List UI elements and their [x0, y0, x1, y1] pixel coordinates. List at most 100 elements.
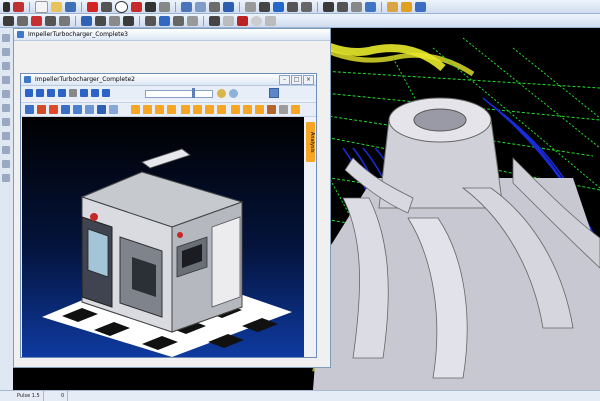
tool-view-icon[interactable]	[131, 105, 140, 114]
spline-icon[interactable]	[131, 1, 142, 12]
loop-icon[interactable]	[91, 89, 99, 97]
fixture-view-icon[interactable]	[167, 105, 176, 114]
side-view-icon[interactable]	[85, 105, 94, 114]
measure-icon[interactable]	[231, 105, 240, 114]
report-icon[interactable]	[291, 105, 300, 114]
select-entity-icon[interactable]	[2, 34, 10, 42]
xform-icon[interactable]	[195, 1, 206, 12]
snapshot-icon[interactable]	[267, 105, 276, 114]
trim-icon[interactable]	[181, 1, 192, 12]
solid-view-icon[interactable]	[49, 105, 58, 114]
view-front-icon[interactable]	[337, 1, 348, 12]
render-icon[interactable]	[145, 15, 156, 26]
window-select-icon[interactable]	[2, 62, 10, 70]
simulate-icon[interactable]	[237, 15, 248, 26]
circle-icon[interactable]	[115, 0, 128, 13]
verify-select-icon[interactable]	[2, 160, 10, 168]
machine-view-icon[interactable]	[143, 105, 152, 114]
attribute-icon[interactable]	[17, 15, 28, 26]
unselect-icon[interactable]	[2, 174, 10, 182]
section-icon[interactable]	[243, 105, 252, 114]
speed-slider[interactable]	[145, 88, 213, 98]
pause-icon[interactable]	[80, 89, 88, 97]
color-icon[interactable]	[31, 15, 42, 26]
machine-simulation-viewport[interactable]	[22, 117, 304, 357]
single-select-icon[interactable]	[2, 90, 10, 98]
open-file-icon[interactable]	[51, 1, 62, 12]
plane-icon[interactable]	[81, 15, 92, 26]
outer-window-titlebar[interactable]: ImpellerTurbocharger_Complete3	[14, 29, 330, 41]
step-forward-icon[interactable]	[47, 89, 55, 97]
wireframe-icon[interactable]	[401, 1, 412, 12]
vector-select-icon[interactable]	[2, 118, 10, 126]
front-view-icon[interactable]	[73, 105, 82, 114]
close-icon[interactable]: ×	[303, 75, 314, 85]
curve-icon[interactable]	[145, 1, 156, 12]
post-icon[interactable]	[251, 15, 262, 26]
toolpath-icon[interactable]	[259, 1, 270, 12]
view-top-icon[interactable]	[323, 1, 334, 12]
snap-icon[interactable]	[123, 15, 134, 26]
workpiece-view-icon[interactable]	[181, 105, 190, 114]
pen-icon[interactable]	[101, 1, 112, 12]
reset-icon[interactable]	[102, 89, 110, 97]
axis-view-icon[interactable]	[205, 105, 214, 114]
mirror-icon[interactable]	[209, 1, 220, 12]
verify-icon[interactable]	[223, 15, 234, 26]
impeller-body	[313, 97, 600, 390]
wcs-icon[interactable]	[95, 15, 106, 26]
line-width-icon[interactable]	[59, 15, 70, 26]
analyze-icon[interactable]	[245, 1, 256, 12]
bottom-view-icon[interactable]	[109, 105, 118, 114]
record-icon[interactable]	[255, 105, 264, 114]
play-icon[interactable]	[36, 89, 44, 97]
toolpath-view-icon[interactable]	[217, 105, 226, 114]
zoom-view-icon[interactable]	[37, 105, 46, 114]
rewind-icon[interactable]	[25, 89, 33, 97]
home-view-icon[interactable]	[25, 105, 34, 114]
line-style-icon[interactable]	[45, 15, 56, 26]
new-file-icon[interactable]	[35, 0, 48, 13]
polygon-select-icon[interactable]	[2, 76, 10, 84]
surface-icon[interactable]	[173, 15, 184, 26]
mesh-icon[interactable]	[187, 15, 198, 26]
help-icon[interactable]	[415, 1, 426, 12]
speed-button-a[interactable]	[217, 89, 226, 98]
fast-forward-icon[interactable]	[58, 89, 66, 97]
toolpath-select-icon[interactable]	[2, 132, 10, 140]
pan-icon[interactable]	[287, 1, 298, 12]
pointer-icon[interactable]	[13, 1, 24, 12]
fit-icon[interactable]	[365, 1, 376, 12]
settings-icon[interactable]	[279, 105, 288, 114]
iso-view-icon[interactable]	[61, 105, 70, 114]
save-icon[interactable]	[65, 1, 76, 12]
stock-icon[interactable]	[265, 15, 276, 26]
collision-view-icon[interactable]	[193, 105, 202, 114]
help-icon[interactable]	[269, 88, 279, 98]
level-icon[interactable]	[3, 15, 14, 26]
speed-slider-thumb[interactable]	[192, 88, 196, 98]
analysis-side-tab[interactable]: Analysis	[306, 122, 315, 162]
minimize-icon[interactable]: –	[279, 75, 290, 85]
rotate-icon[interactable]	[301, 1, 312, 12]
chain-icon[interactable]	[2, 48, 10, 56]
zoom-icon[interactable]	[273, 1, 284, 12]
top-view-icon[interactable]	[97, 105, 106, 114]
area-select-icon[interactable]	[2, 104, 10, 112]
speed-button-b[interactable]	[229, 89, 238, 98]
stock-view-icon[interactable]	[155, 105, 164, 114]
text-icon[interactable]	[159, 1, 170, 12]
shaded-icon[interactable]	[387, 1, 398, 12]
solid-icon[interactable]	[159, 15, 170, 26]
line-icon[interactable]	[87, 1, 98, 12]
stop-icon[interactable]	[69, 89, 77, 97]
backplot-icon[interactable]	[209, 15, 220, 26]
select-icon[interactable]	[3, 1, 10, 12]
left-tool-strip	[0, 28, 14, 390]
grid-icon[interactable]	[109, 15, 120, 26]
offset-icon[interactable]	[223, 1, 234, 12]
simulator-titlebar[interactable]: ImpellerTurbocharger_Complete2 – □ ×	[21, 74, 316, 86]
clear-select-icon[interactable]	[2, 146, 10, 154]
view-side-icon[interactable]	[351, 1, 362, 12]
maximize-icon[interactable]: □	[291, 75, 302, 85]
